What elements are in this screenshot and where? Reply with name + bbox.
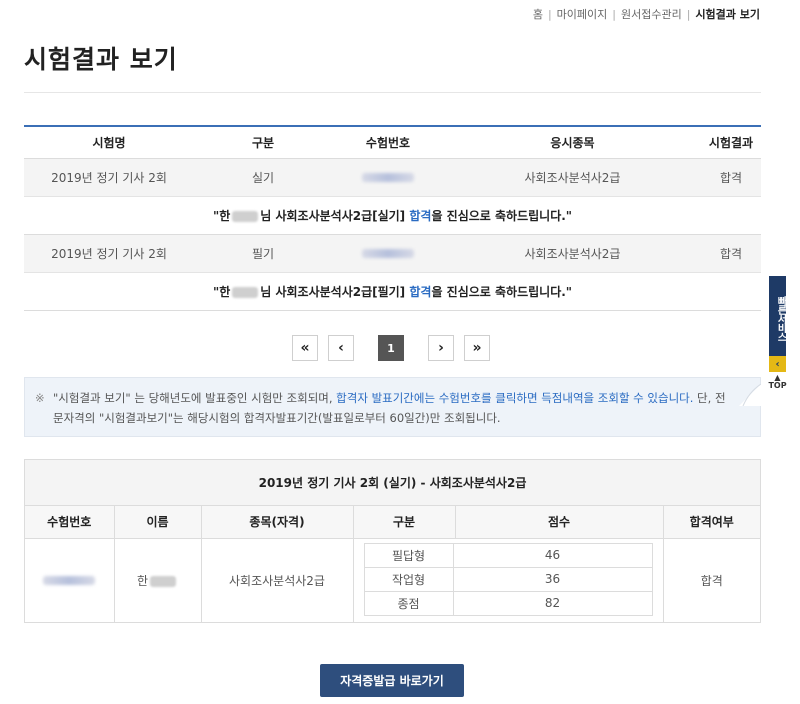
breadcrumb-mypage[interactable]: 마이페이지 — [557, 8, 608, 21]
exam-type-cell: 실기 — [194, 158, 332, 197]
subject-cell: 사회조사분석사2급 — [444, 234, 701, 273]
pass-highlight: 합격 — [409, 284, 432, 299]
quick-service-tab[interactable]: 빠른서비스 — [769, 276, 786, 356]
exam-type-cell: 필기 — [194, 234, 332, 273]
score-value: 36 — [452, 566, 652, 592]
exam-results-table: 시험명 구분 수험번호 응시종목 시험결과 2019년 정기 기사 2회 실기 … — [24, 125, 761, 311]
score-row: 종점 82 — [363, 590, 652, 616]
next-page-button[interactable]: › — [428, 335, 454, 361]
score-row: 작업형 36 — [363, 566, 652, 592]
redacted-exam-number — [362, 249, 414, 258]
table-row: 2019년 정기 기사 2회 실기 사회조사분석사2급 합격 — [24, 158, 761, 197]
redacted-name — [232, 286, 259, 298]
redacted-name — [232, 210, 259, 222]
congrats-message-row: "한 님 사회조사분석사2급[실기] 합격을 진심으로 축하드립니다." — [24, 196, 761, 235]
result-cell: 합격 — [701, 158, 761, 197]
detail-header-name: 이름 — [114, 506, 202, 539]
redacted-name — [150, 575, 177, 587]
detail-header-score: 점수 — [455, 506, 664, 539]
detail-header-row: 수험번호 이름 종목(자격) 구분 점수 합격여부 — [25, 506, 760, 539]
detail-pass-cell: 합격 — [700, 573, 723, 588]
column-header-exam-number: 수험번호 — [332, 126, 444, 159]
notice-highlight: 합격자 발표기간에는 수험번호를 클릭하면 득점내역을 조회할 수 있습니다. — [336, 391, 694, 405]
detail-row: 한 사회조사분석사2급 필답형 46 작업형 36 종점 82 합격 — [25, 538, 760, 622]
page-1-button[interactable]: 1 — [378, 335, 404, 361]
congrats-message-row: "한 님 사회조사분석사2급[필기] 합격을 진심으로 축하드립니다." — [24, 272, 761, 311]
exam-name-cell: 2019년 정기 기사 2회 — [24, 234, 194, 273]
notice-text: "시험결과 보기" 는 당해년도에 발표중인 시험만 조회되며, — [53, 391, 337, 405]
congrats-message: "한 님 사회조사분석사2급[실기] 합격을 진심으로 축하드립니다." — [24, 196, 761, 235]
exam-name-cell: 2019년 정기 기사 2회 — [24, 158, 194, 197]
breadcrumb-current: 시험결과 보기 — [695, 8, 760, 21]
column-header-subject: 응시종목 — [444, 126, 701, 159]
score-breakdown-table: 필답형 46 작업형 36 종점 82 — [363, 542, 653, 616]
exam-number-link[interactable] — [362, 170, 414, 184]
score-detail-table: 수험번호 이름 종목(자격) 구분 점수 합격여부 한 사회조사분석사2급 필답… — [25, 506, 760, 622]
table-row: 2019년 정기 기사 2회 필기 사회조사분석사2급 합격 — [24, 234, 761, 273]
quick-service-toggle-icon[interactable]: ‹ — [769, 356, 786, 372]
prev-page-button[interactable]: ‹ — [328, 335, 354, 361]
breadcrumb-application[interactable]: 원서접수관리 — [621, 8, 682, 21]
score-value: 46 — [452, 542, 652, 568]
exam-number-cell — [332, 234, 444, 273]
table-header-row: 시험명 구분 수험번호 응시종목 시험결과 — [24, 126, 761, 159]
detail-header-exam-number: 수험번호 — [25, 506, 115, 539]
redacted-exam-number — [43, 576, 96, 585]
score-label: 작업형 — [363, 566, 454, 592]
detail-name-cell: 한 — [114, 538, 202, 622]
pass-highlight: 합격 — [409, 208, 432, 223]
score-label: 종점 — [363, 590, 454, 616]
exam-number-cell — [332, 158, 444, 197]
title-divider — [24, 92, 761, 93]
column-header-result: 시험결과 — [701, 126, 761, 159]
last-page-button[interactable]: » — [464, 335, 490, 361]
detail-header-type: 구분 — [353, 506, 456, 539]
score-label: 필답형 — [363, 542, 454, 568]
breadcrumb-home[interactable]: 홈 — [533, 8, 543, 21]
exam-number-link[interactable] — [362, 246, 414, 260]
score-detail-box: 2019년 정기 기사 2회 (실기) - 사회조사분석사2급 수험번호 이름 … — [24, 459, 761, 623]
congrats-message: "한 님 사회조사분석사2급[필기] 합격을 진심으로 축하드립니다." — [24, 272, 761, 311]
pagination: « ‹ 1 › » — [292, 335, 490, 361]
column-header-type: 구분 — [194, 126, 332, 159]
score-breakdown-cell: 필답형 46 작업형 36 종점 82 — [353, 538, 664, 622]
top-label: TOP — [768, 381, 787, 390]
notice-box: ※ "시험결과 보기" 는 당해년도에 발표중인 시험만 조회되며, 합격자 발… — [24, 377, 761, 437]
page-fold-icon — [739, 384, 761, 406]
score-row: 필답형 46 — [363, 542, 652, 568]
redacted-exam-number — [362, 173, 414, 182]
certificate-issue-button[interactable]: 자격증발급 바로가기 — [320, 664, 464, 697]
page-title: 시험결과 보기 — [24, 45, 178, 74]
first-page-button[interactable]: « — [292, 335, 318, 361]
detail-header-pass: 합격여부 — [663, 506, 760, 539]
score-value: 82 — [452, 590, 652, 616]
breadcrumb: 홈 | 마이페이지 | 원서접수관리 | 시험결과 보기 — [532, 8, 760, 21]
detail-subject-cell: 사회조사분석사2급 — [201, 538, 354, 622]
subject-cell: 사회조사분석사2급 — [444, 158, 701, 197]
score-detail-title: 2019년 정기 기사 2회 (실기) - 사회조사분석사2급 — [25, 460, 760, 506]
detail-exam-number-cell — [25, 538, 115, 622]
result-cell: 합격 — [701, 234, 761, 273]
notice-mark: ※ — [35, 391, 45, 405]
scroll-top-button[interactable]: ▲ TOP — [768, 372, 787, 392]
quick-service-panel: 빠른서비스 ‹ ▲ TOP — [768, 276, 787, 392]
column-header-exam: 시험명 — [24, 126, 194, 159]
detail-header-subject: 종목(자격) — [201, 506, 354, 539]
